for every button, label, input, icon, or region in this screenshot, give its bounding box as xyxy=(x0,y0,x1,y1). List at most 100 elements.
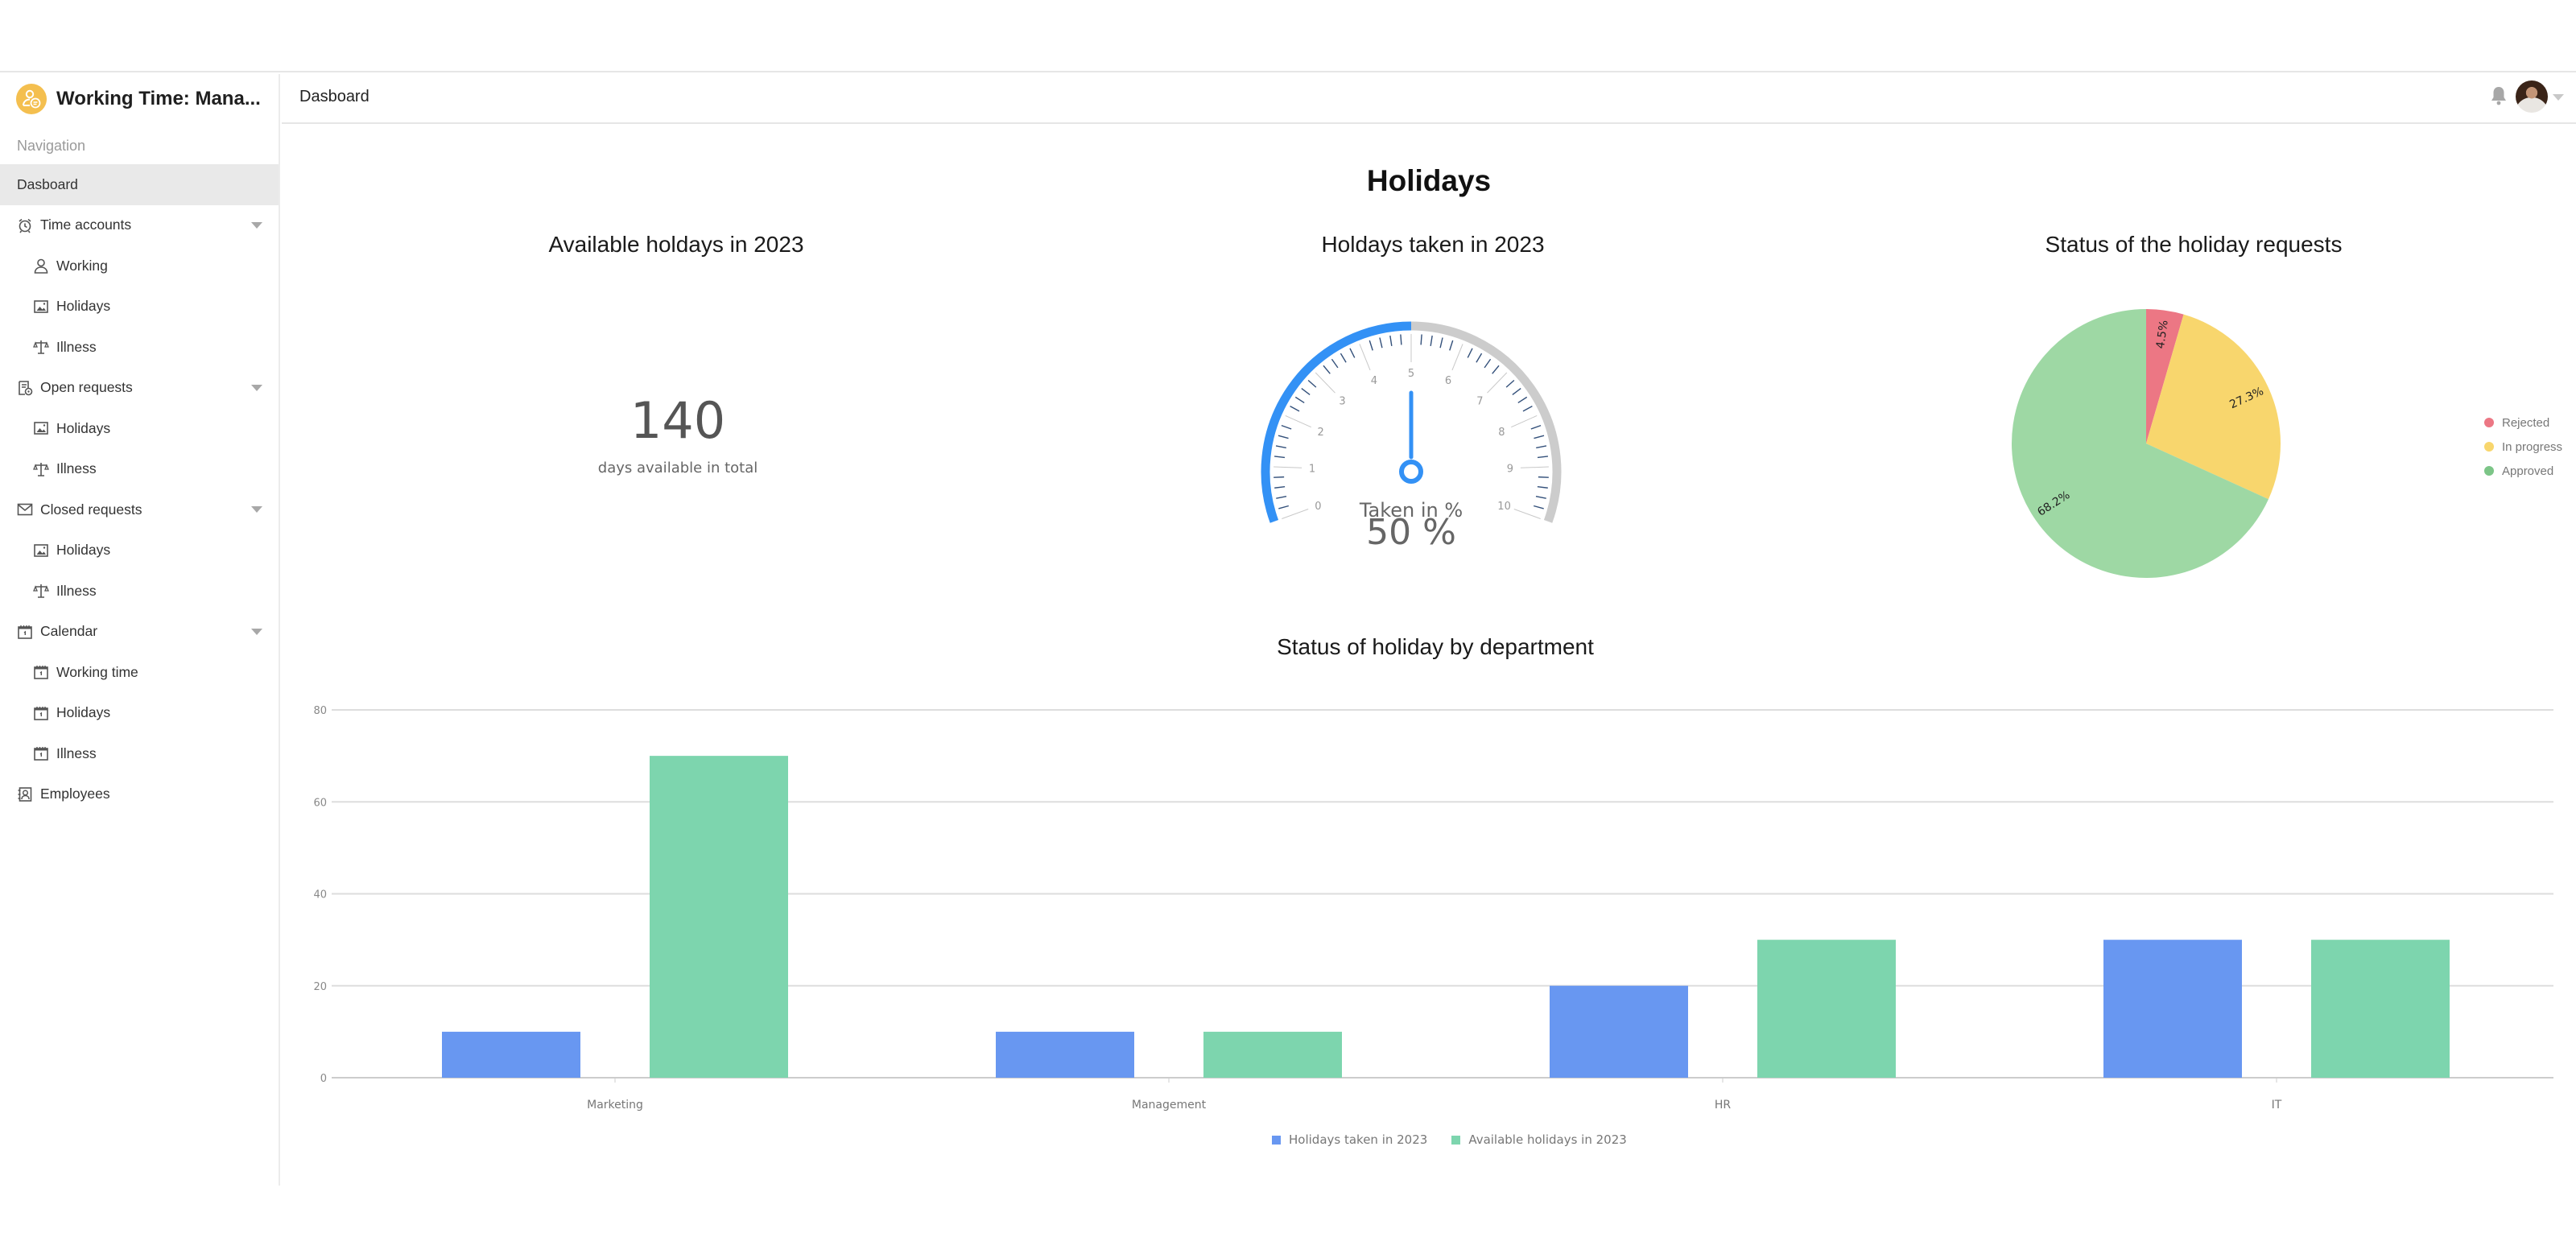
gauge-minor-tick xyxy=(1484,358,1492,369)
sidebar-item-label: Illness xyxy=(56,744,97,761)
nav-caption: Navigation xyxy=(17,138,86,154)
sidebar-item-calendar[interactable]: Calendar xyxy=(0,612,279,653)
expand-caret-icon[interactable] xyxy=(251,384,262,391)
bell-icon[interactable] xyxy=(2490,85,2508,106)
sidebar-item-label: Calendar xyxy=(40,623,98,640)
calendar-icon xyxy=(32,704,50,722)
y-tick-label: 60 xyxy=(313,797,327,809)
gauge-minor-tick xyxy=(1492,365,1500,374)
contacts-icon xyxy=(16,786,34,803)
nav-list: Dasboard Time accounts Working Holidays Illn… xyxy=(0,164,279,815)
gauge-tick-label: 7 xyxy=(1476,396,1483,408)
sidebar-item-illness[interactable]: Illness xyxy=(0,327,279,368)
legend-dot-approved xyxy=(2484,466,2494,476)
gauge-minor-tick xyxy=(1522,406,1533,412)
expand-caret-icon[interactable] xyxy=(251,221,262,229)
x-tick-label: Management xyxy=(1132,1099,1207,1111)
gauge-minor-tick xyxy=(1307,379,1317,388)
gauge-minor-tick xyxy=(1389,335,1393,346)
expand-caret-icon[interactable] xyxy=(251,506,262,514)
gauge-fill xyxy=(1261,321,1412,523)
sidebar-item-holidays[interactable]: Holidays xyxy=(0,287,279,328)
legend-swatch-available xyxy=(1451,1135,1461,1145)
bar-marketing-taken[interactable] xyxy=(442,1031,580,1078)
gauge-minor-tick xyxy=(1379,337,1383,349)
sidebar-item-label: Holidays xyxy=(56,298,111,315)
gauge-minor-tick xyxy=(1430,335,1433,346)
sidebar-item-closed-requests[interactable]: Closed requests xyxy=(0,489,279,530)
y-tick-label: 0 xyxy=(320,1073,327,1085)
y-tick-label: 20 xyxy=(313,981,327,993)
bar-management-taken[interactable] xyxy=(996,1031,1134,1078)
sidebar-item-illness[interactable]: Illness xyxy=(0,571,279,612)
sidebar-item-holidays[interactable]: Holidays xyxy=(0,408,279,449)
gauge-tick-label: 9 xyxy=(1507,464,1513,476)
bar-hr-available[interactable] xyxy=(1757,939,1896,1078)
gauge-major-tick xyxy=(1513,509,1541,519)
gauge-tick-label: 0 xyxy=(1315,501,1321,513)
legend-label: Available holidays in 2023 xyxy=(1468,1132,1627,1147)
sidebar-item-illness[interactable]: Illness xyxy=(0,733,279,774)
legend-swatch-taken xyxy=(1272,1135,1281,1145)
legend-item-approved[interactable]: Approved xyxy=(2484,459,2562,483)
kpi-title: Available holdays in 2023 xyxy=(548,232,804,257)
gauge-chart: 012345678910Taken in %50 % xyxy=(1261,321,1562,553)
sidebar-item-dasboard[interactable]: Dasboard xyxy=(0,164,279,205)
gauge-tick-label: 10 xyxy=(1497,501,1511,513)
bar-legend-item-taken[interactable]: Holidays taken in 2023 xyxy=(1272,1132,1427,1147)
user-icon xyxy=(32,257,50,274)
kpi-value: 140 xyxy=(630,391,726,450)
legend-label: Rejected xyxy=(2502,415,2550,430)
gauge-track xyxy=(1410,321,1562,523)
sidebar-item-time-accounts[interactable]: Time accounts xyxy=(0,205,279,246)
bar-management-available[interactable] xyxy=(1203,1031,1342,1078)
expand-caret-icon[interactable] xyxy=(251,628,262,635)
sidebar-item-label: Illness xyxy=(56,582,97,599)
bar-legend: Holidays taken in 2023 Available holiday… xyxy=(1272,1132,1651,1147)
pie-legend: Rejected In progress Approved xyxy=(2484,410,2562,483)
gauge-minor-tick xyxy=(1536,445,1547,449)
legend-item-in-progress[interactable]: In progress xyxy=(2484,435,2562,459)
chevron-down-icon[interactable] xyxy=(2553,94,2564,101)
bar-it-available[interactable] xyxy=(2311,939,2450,1078)
bar-marketing-available[interactable] xyxy=(650,756,788,1078)
gauge-tick-label: 1 xyxy=(1309,464,1315,476)
sidebar-item-illness[interactable]: Illness xyxy=(0,449,279,490)
pie-chart: 4.5%27.3%68.2% xyxy=(2012,309,2281,578)
sidebar-item-open-requests[interactable]: Open requests xyxy=(0,368,279,409)
user-avatar[interactable] xyxy=(2516,80,2548,113)
gauge-minor-tick xyxy=(1323,365,1331,374)
gauge-minor-tick xyxy=(1476,353,1483,363)
gauge-minor-tick xyxy=(1340,353,1347,363)
kpi-caption: days available in total xyxy=(597,460,758,476)
gauge-minor-tick xyxy=(1278,505,1290,509)
gauge-minor-tick xyxy=(1533,505,1544,509)
page-title: Holidays xyxy=(1366,164,1492,197)
bar-chart-title: Status of holiday by department xyxy=(1277,634,1594,659)
sidebar-item-label: Time accounts xyxy=(40,217,132,233)
sidebar-item-label: Closed requests xyxy=(40,501,142,518)
gauge-minor-tick xyxy=(1290,406,1300,412)
gauge-minor-tick xyxy=(1439,337,1443,349)
gauge-minor-tick xyxy=(1294,396,1305,403)
gauge-tick-label: 4 xyxy=(1371,375,1377,387)
legend-item-rejected[interactable]: Rejected xyxy=(2484,410,2562,435)
gauge-minor-tick xyxy=(1274,476,1285,478)
gauge-minor-tick xyxy=(1512,388,1521,396)
bar-it-taken[interactable] xyxy=(2103,939,2242,1078)
sidebar-item-working[interactable]: Working xyxy=(0,245,279,287)
header-title: Dasboard xyxy=(299,88,369,105)
gauge-minor-tick xyxy=(1517,396,1528,403)
sidebar-item-label: Dasboard xyxy=(17,175,78,192)
sidebar-item-holidays[interactable]: Holidays xyxy=(0,693,279,734)
sidebar-item-holidays[interactable]: Holidays xyxy=(0,530,279,571)
x-tick-label: IT xyxy=(2272,1099,2282,1111)
bar-legend-item-available[interactable]: Available holidays in 2023 xyxy=(1451,1132,1627,1147)
sidebar-item-employees[interactable]: Employees xyxy=(0,774,279,815)
legend-label: Holidays taken in 2023 xyxy=(1289,1132,1428,1147)
app-header: Working Time: Mana... xyxy=(0,74,279,124)
bar-hr-taken[interactable] xyxy=(1550,985,1688,1078)
gauge-minor-tick xyxy=(1530,424,1542,430)
sidebar-item-working-time[interactable]: Working time xyxy=(0,652,279,693)
gauge-minor-tick xyxy=(1538,476,1549,478)
